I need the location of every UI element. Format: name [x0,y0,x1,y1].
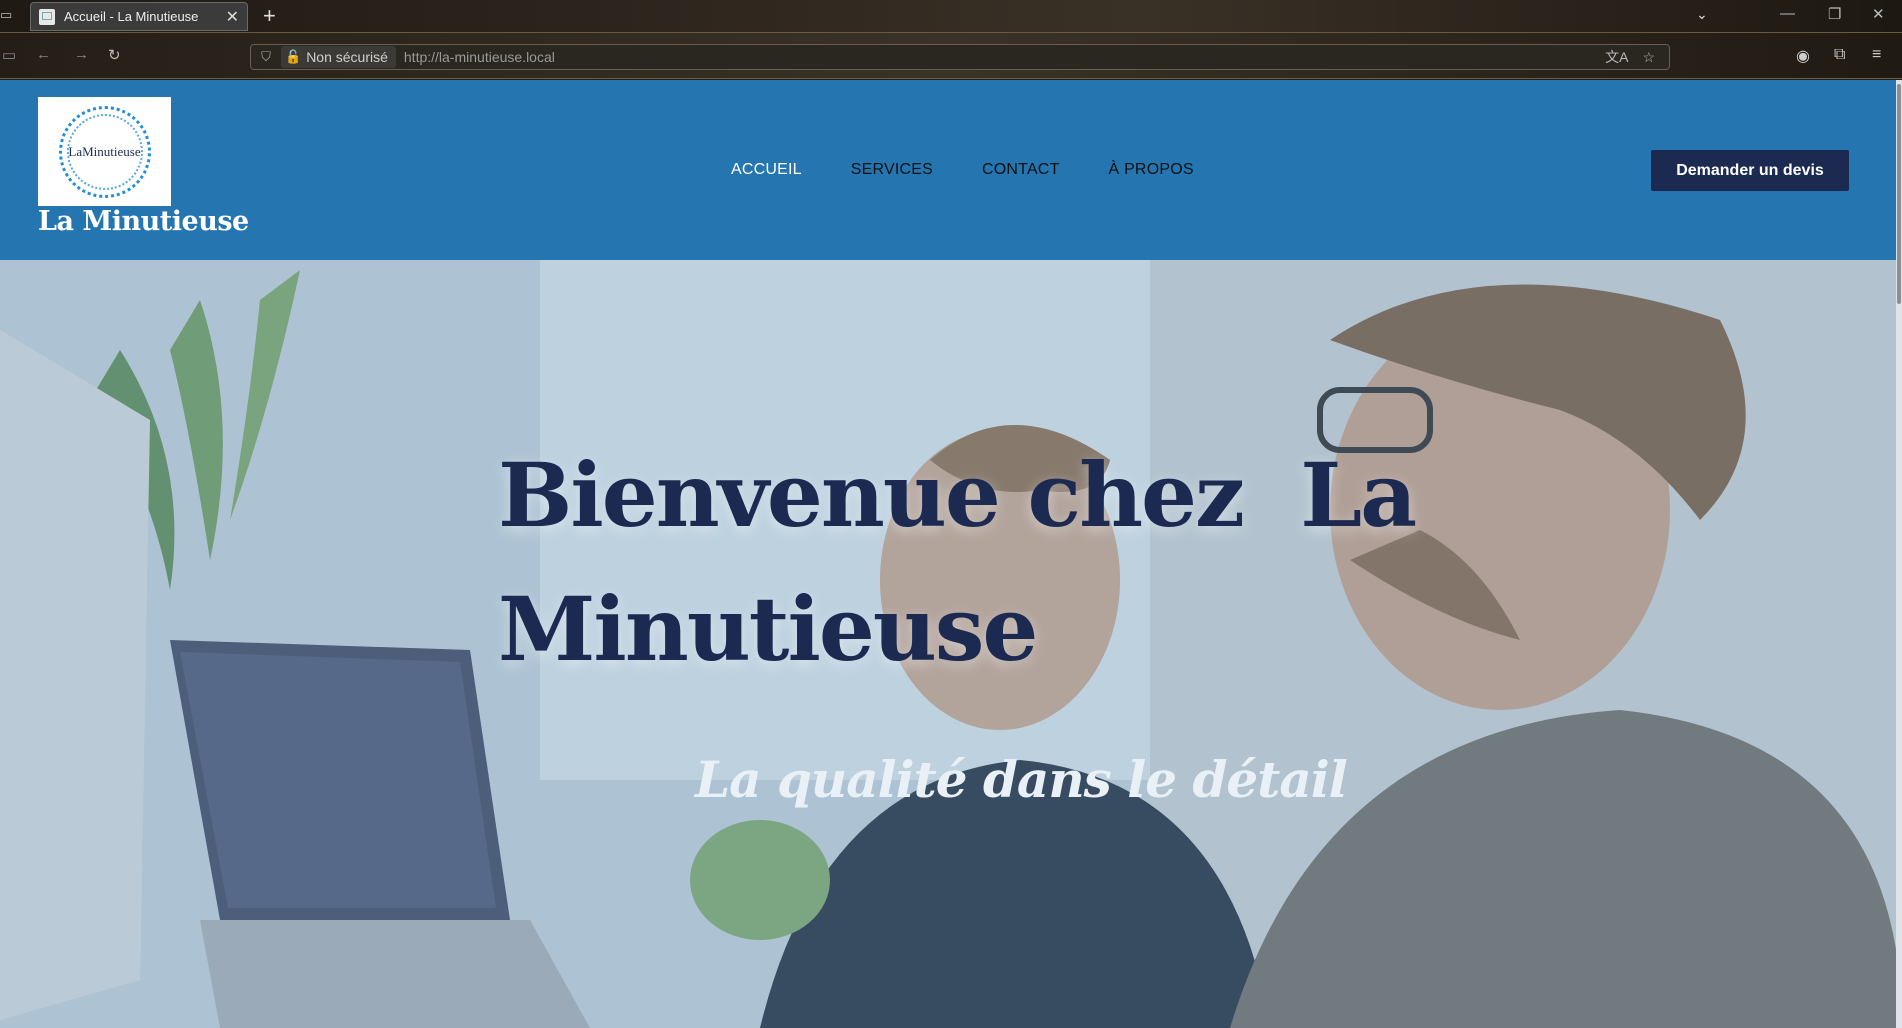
logo-ring-icon: LaMinutieuse [58,105,151,198]
chevron-down-icon[interactable]: ⌄ [1696,6,1708,23]
account-icon[interactable]: ◉ [1796,46,1810,66]
extensions-icon[interactable]: ⧉ [1834,46,1845,64]
security-label: Non sécurisé [306,49,388,65]
site-name[interactable]: La Minutieuse [38,206,249,237]
main-navigation: ACCUEIL SERVICES CONTACT À PROPOS [731,161,1243,179]
logo-text-minutieuse: Minutieuse [82,143,141,159]
nav-link-accueil[interactable]: ACCUEIL [731,161,802,179]
browser-tab-bar: ▭ Accueil - La Minutieuse ✕ + ⌄ — ❐ ✕ [0,0,1902,33]
close-window-icon[interactable]: ✕ [1872,5,1885,23]
hero-tagline: La qualité dans le détail [695,750,1348,809]
security-indicator[interactable]: 🔓 Non sécurisé [281,46,396,68]
new-tab-icon[interactable]: + [263,4,276,28]
web-page: LaMinutieuse La Minutieuse ACCUEIL SERVI… [0,80,1902,1028]
nav-link-services[interactable]: SERVICES [851,161,933,179]
bookmark-star-icon[interactable]: ☆ [1642,49,1655,66]
hero-title-line-2: Minutieuse [498,577,1038,681]
nav-link-contact[interactable]: CONTACT [982,161,1060,179]
tab-title: Accueil - La Minutieuse [64,9,199,24]
site-header: LaMinutieuse La Minutieuse ACCUEIL SERVI… [0,80,1902,260]
minimize-icon[interactable]: — [1780,5,1795,22]
address-bar[interactable]: ⛉ 🔓 Non sécurisé http://la-minutieuse.lo… [250,44,1670,70]
nav-link-a-propos[interactable]: À PROPOS [1109,161,1194,179]
forward-arrow-icon[interactable]: → [74,46,89,63]
restore-icon[interactable]: ❐ [1828,5,1841,23]
back-arrow-icon[interactable]: ← [36,46,51,63]
translate-icon[interactable]: 文A [1605,47,1628,67]
sidebar-toggle-icon[interactable]: ▭ [2,46,16,64]
shield-icon[interactable]: ⛉ [251,49,281,65]
browser-nav-bar: ▭ ← → ↻ ⛉ 🔓 Non sécurisé http://la-minut… [0,33,1902,79]
page-scrollbar[interactable] [1896,80,1902,1028]
insecure-lock-icon: 🔓 [285,49,302,64]
hero-section: Bienvenue chez La Minutieuse La qualité … [0,260,1902,1028]
page-favicon-icon [39,8,55,25]
tab-list-icon[interactable]: ▭ [0,7,16,25]
logo-text-la: La [68,143,83,159]
reload-icon[interactable]: ↻ [108,46,121,64]
close-tab-icon[interactable]: ✕ [226,7,239,27]
hero-title: Bienvenue chez La Minutieuse [498,428,1417,696]
hero-title-line-1: Bienvenue chez La [498,443,1417,547]
site-logo[interactable]: LaMinutieuse [38,97,171,206]
request-quote-button[interactable]: Demander un devis [1651,150,1849,191]
menu-icon[interactable]: ≡ [1872,46,1881,64]
scrollbar-thumb[interactable] [1897,84,1901,304]
browser-tab-active[interactable]: Accueil - La Minutieuse ✕ [30,2,248,31]
url-text[interactable]: http://la-minutieuse.local [404,49,1605,65]
